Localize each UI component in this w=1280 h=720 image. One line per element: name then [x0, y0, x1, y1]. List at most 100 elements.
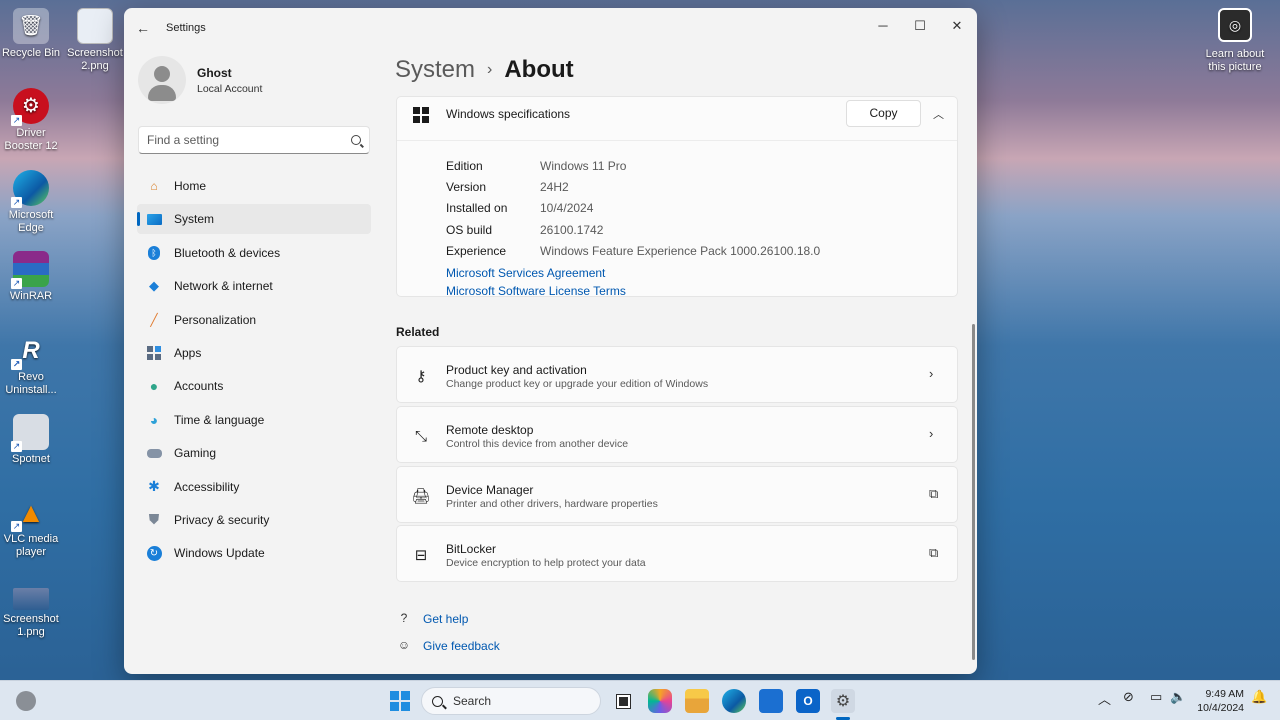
- image-file-icon: [13, 588, 49, 610]
- sidebar-item-privacy[interactable]: ⛊ Privacy & security: [137, 505, 371, 535]
- spec-value: 26100.1742: [540, 223, 604, 237]
- chevron-up-icon[interactable]: ︿: [933, 106, 944, 122]
- search-input[interactable]: Find a setting: [138, 126, 370, 154]
- spec-label: Installed on: [446, 201, 508, 215]
- desktop-icon-screenshot-2[interactable]: Screenshot 2.png: [64, 8, 126, 73]
- system-clock[interactable]: 9:49 AM 10/4/2024: [1194, 687, 1244, 715]
- key-icon: ⚷: [415, 368, 427, 385]
- breadcrumb-parent[interactable]: System: [395, 56, 475, 84]
- sidebar-item-label: Privacy & security: [174, 512, 270, 527]
- related-bitlocker[interactable]: ⊟ BitLocker Device encryption to help pr…: [396, 525, 958, 582]
- spec-header[interactable]: Windows specifications Copy ︿: [397, 97, 957, 141]
- chevron-right-icon: ›: [929, 426, 934, 441]
- clock-time: 9:49 AM: [1205, 688, 1244, 700]
- driver-booster-icon: ⚙ ↗: [11, 88, 49, 126]
- sidebar-nav: ⌂ Home System ᛒ Bluetooth & devices ◆ Ne…: [137, 171, 371, 572]
- desktop-icon-screenshot-1[interactable]: Screenshot 1.png: [0, 588, 62, 639]
- desktop-icon-revo[interactable]: R ↗ Revo Uninstall...: [0, 332, 62, 397]
- copilot-icon[interactable]: [648, 689, 672, 713]
- sidebar-item-system[interactable]: System: [137, 204, 371, 235]
- related-desc: Control this device from another device: [446, 438, 629, 450]
- sidebar-item-label: Home: [174, 179, 207, 193]
- give-feedback-label: Give feedback: [423, 639, 500, 653]
- desktop-icon-edge[interactable]: ↗ Microsoft Edge: [0, 170, 62, 235]
- globe-clock-icon: ◕: [149, 411, 159, 428]
- sidebar-item-accessibility[interactable]: ✱ Accessibility: [137, 472, 371, 502]
- sidebar-item-time-language[interactable]: ◕ Time & language: [137, 405, 371, 435]
- back-arrow-icon[interactable]: ←: [135, 20, 151, 36]
- license-terms-link[interactable]: Microsoft Software License Terms: [446, 284, 626, 298]
- recycle-bin-icon: 🗑: [13, 8, 49, 44]
- sidebar-item-accounts[interactable]: ● Accounts: [137, 371, 371, 401]
- spec-label: Edition: [446, 159, 483, 173]
- desktop-icon-recycle-bin[interactable]: 🗑 Recycle Bin: [0, 8, 62, 60]
- sidebar-item-gaming[interactable]: Gaming: [137, 438, 371, 468]
- sidebar-item-label: Apps: [174, 345, 202, 360]
- sidebar-item-home[interactable]: ⌂ Home: [137, 171, 371, 201]
- desktop-icon-label: Driver Booster 12: [4, 127, 58, 152]
- vlc-icon: ▲ ↗: [11, 496, 45, 532]
- desktop-icon-driver-booster[interactable]: ⚙ ↗ Driver Booster 12: [0, 88, 62, 153]
- desktop-icon-label: WinRAR: [9, 290, 53, 302]
- learn-about-label: Learn about this picture: [1205, 48, 1265, 73]
- minimize-button[interactable]: ─: [865, 13, 901, 39]
- task-view-icon[interactable]: [611, 689, 635, 713]
- widgets-icon[interactable]: [16, 691, 36, 711]
- scrollbar[interactable]: [972, 324, 975, 660]
- profile-account-type: Local Account: [197, 82, 263, 95]
- store-icon[interactable]: [759, 689, 783, 713]
- sidebar-item-label: Network & internet: [174, 279, 273, 294]
- volume-icon[interactable]: 🔈: [1170, 689, 1186, 705]
- desktop-icon-label: VLC media player: [3, 533, 59, 558]
- start-button[interactable]: [388, 689, 412, 713]
- copy-button[interactable]: Copy: [846, 100, 921, 127]
- display-icon[interactable]: ▭: [1150, 689, 1162, 705]
- sidebar-item-network[interactable]: ◆ Network & internet: [137, 271, 371, 301]
- notification-bell-icon[interactable]: 🔔: [1251, 689, 1267, 705]
- sidebar-item-label: Accessibility: [174, 479, 240, 494]
- related-heading: Related: [396, 325, 440, 339]
- file-explorer-icon[interactable]: [685, 689, 709, 713]
- spec-row-experience: Experience Windows Feature Experience Pa…: [446, 244, 820, 258]
- search-icon: [351, 135, 361, 145]
- bitlocker-icon: ⊟: [414, 547, 428, 564]
- desktop-icon-winrar[interactable]: ↗ WinRAR: [0, 251, 62, 303]
- winrar-icon: ↗: [11, 251, 49, 289]
- desktop-icon-label: Recycle Bin: [1, 47, 61, 59]
- sidebar-item-label: Gaming: [174, 446, 217, 461]
- sidebar-item-personalization[interactable]: ╱ Personalization: [137, 305, 371, 335]
- desktop-icon-spotnet[interactable]: ↗ Spotnet: [0, 414, 62, 466]
- chevron-up-icon[interactable]: ︿: [1098, 689, 1111, 708]
- desktop-icon-label: Screenshot 1.png: [3, 613, 59, 638]
- user-profile[interactable]: Ghost Local Account: [138, 56, 262, 104]
- settings-gear-icon[interactable]: ⚙: [831, 689, 855, 713]
- services-agreement-link[interactable]: Microsoft Services Agreement: [446, 266, 605, 280]
- related-title: Device Manager: [446, 483, 534, 497]
- spec-value: Windows Feature Experience Pack 1000.261…: [540, 244, 821, 258]
- close-button[interactable]: ✕: [939, 13, 975, 39]
- desktop-icon-label: Revo Uninstall...: [5, 371, 57, 396]
- learn-about-picture[interactable]: ◎ Learn about this picture: [1204, 8, 1266, 74]
- sidebar-item-apps[interactable]: Apps: [137, 338, 371, 368]
- sidebar-item-windows-update[interactable]: ↻ Windows Update: [137, 538, 371, 568]
- profile-name: Ghost: [197, 65, 232, 80]
- edge-icon[interactable]: [722, 689, 746, 713]
- related-remote-desktop[interactable]: ⤡ Remote desktop Control this device fro…: [396, 406, 958, 463]
- related-product-key[interactable]: ⚷ Product key and activation Change prod…: [396, 346, 958, 403]
- help-chat-icon: ?: [400, 611, 408, 625]
- related-title: Remote desktop: [446, 423, 534, 437]
- home-icon: ⌂: [150, 179, 158, 193]
- give-feedback-link[interactable]: ☺ Give feedback: [396, 638, 500, 654]
- external-link-icon: ⧉: [929, 486, 939, 501]
- sidebar-item-bluetooth[interactable]: ᛒ Bluetooth & devices: [137, 238, 371, 268]
- desktop-icon-vlc[interactable]: ▲ ↗ VLC media player: [0, 494, 62, 559]
- related-device-manager[interactable]: 🖨 Device Manager Printer and other drive…: [396, 466, 958, 523]
- spec-label: Version: [446, 180, 487, 194]
- taskbar: Search O ⚙ ︿ ⊘ ▭ 🔈 9:49 AM 10/4/2024 🔔: [0, 680, 1280, 720]
- outlook-icon[interactable]: O: [796, 689, 820, 713]
- get-help-link[interactable]: ? Get help: [396, 611, 469, 627]
- taskbar-search[interactable]: Search: [421, 687, 601, 715]
- get-help-label: Get help: [423, 612, 469, 626]
- maximize-button[interactable]: ☐: [902, 13, 938, 39]
- network-icon[interactable]: ⊘: [1123, 689, 1134, 705]
